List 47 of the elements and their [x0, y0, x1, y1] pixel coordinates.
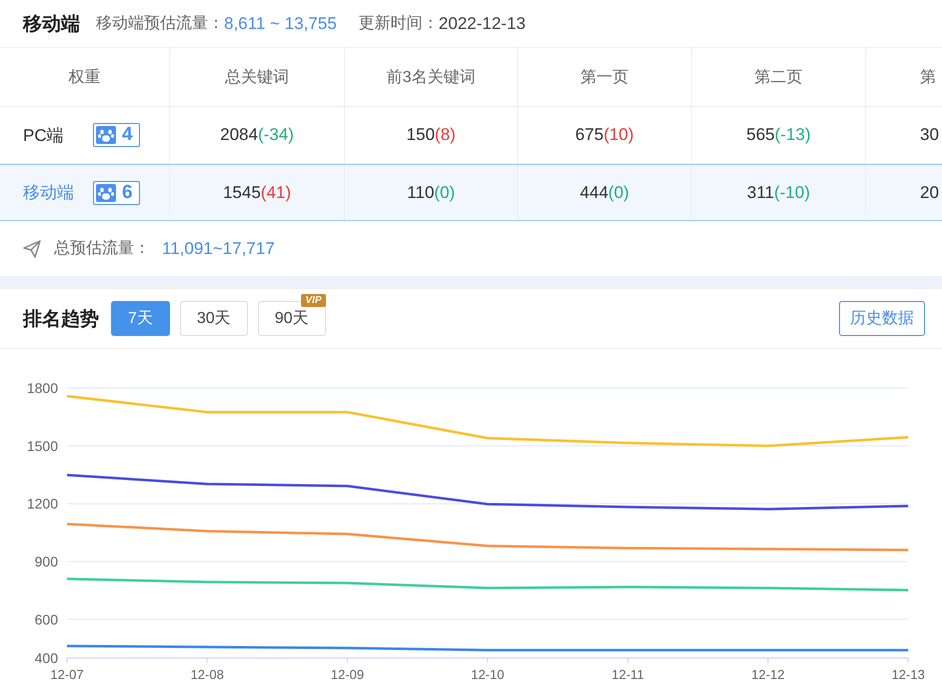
table-cell: 311(-10) [746, 182, 810, 202]
axis-label: 400 [34, 650, 58, 666]
update-date: 2022-12-13 [438, 14, 526, 34]
axis-label: 12-13 [892, 667, 925, 682]
axis-label: 1200 [26, 496, 58, 512]
column-header: 第 [919, 68, 937, 88]
total-value: 11,091~17,717 [162, 238, 275, 258]
axis-label: 12-08 [190, 667, 224, 682]
axis-label: 900 [34, 554, 58, 570]
column-header: 第二页 [692, 48, 866, 106]
update-label: 更新时间： [358, 14, 439, 34]
row-label: 移动端 [23, 182, 75, 204]
total-label: 总预估流量： [54, 238, 150, 259]
column-header: 总关键词 [170, 48, 345, 106]
column-header: 权重 [0, 48, 170, 106]
axis-label: 12-09 [330, 667, 364, 682]
table-cell: 2084(-34) [220, 125, 294, 145]
traffic-value: 8,611 ~ 13,755 [224, 14, 337, 34]
vip-badge: VIP [301, 294, 326, 307]
weight-badge: 4 [93, 123, 140, 147]
paw-icon [96, 126, 116, 144]
axis-label: 12-12 [751, 667, 785, 682]
axis-label: 1800 [26, 380, 58, 396]
table-cell: 110(0) [407, 182, 455, 202]
weight-badge: 6 [93, 180, 140, 204]
section-title: 移动端 [23, 12, 80, 36]
column-header: 前3名关键词 [345, 48, 518, 106]
table-cell: 444(0) [580, 182, 630, 202]
table-cell: 20 [920, 182, 939, 202]
axis-label: 12-07 [50, 667, 84, 682]
axis-label: 12-10 [470, 667, 504, 682]
table-cell: 150(8) [406, 125, 456, 145]
card-title: 排名趋势 [23, 308, 99, 332]
range-tab[interactable]: 30天 [180, 301, 248, 336]
traffic-label: 移动端预估流量： [96, 14, 224, 34]
table-cell: 565(-13) [746, 125, 811, 145]
row-label: PC端 [23, 124, 65, 146]
paw-icon [96, 184, 116, 202]
axis-label: 600 [34, 611, 58, 628]
axis-label: 1500 [26, 438, 58, 454]
table-cell: 30 [920, 125, 939, 145]
column-header: 第一页 [518, 48, 692, 106]
table-cell: 675(10) [575, 125, 634, 145]
axis-label: 12-11 [612, 667, 644, 682]
paper-plane-icon [22, 238, 42, 258]
table-cell: 1545(41) [222, 182, 292, 202]
table-row[interactable]: 移动端 6 1545(41) 110(0) 444(0) 311(-10) 20 [0, 164, 942, 221]
